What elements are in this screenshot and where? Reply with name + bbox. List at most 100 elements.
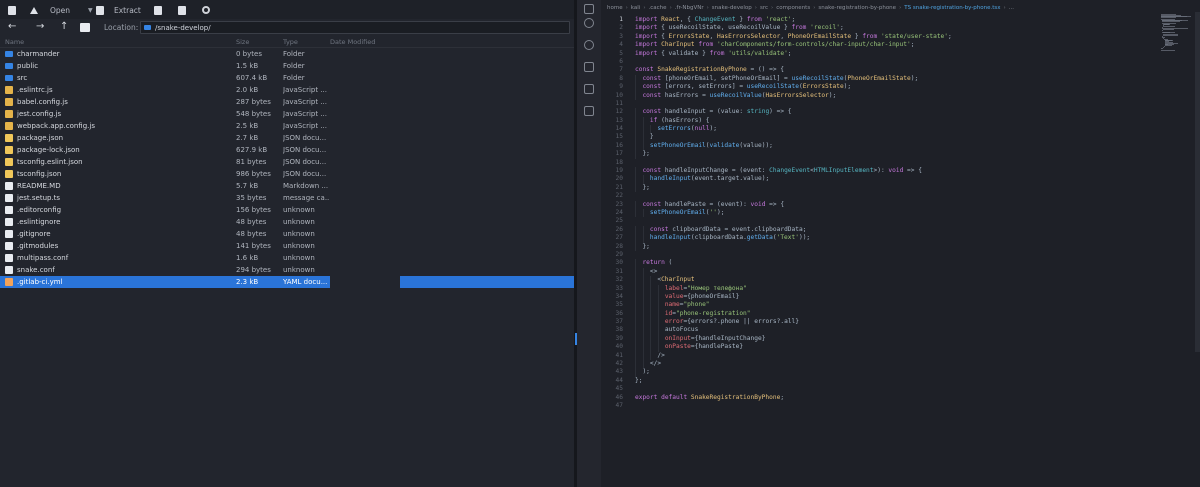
files-icon[interactable] — [584, 4, 594, 14]
file-row[interactable]: jest.setup.ts 35 bytes message ca... — [0, 192, 574, 204]
code-line[interactable]: 6 — [601, 58, 1161, 66]
breadcrumb-item[interactable]: src — [760, 5, 768, 14]
file-row[interactable]: .gitlab-ci.yml 2.3 kB YAML docu... — [0, 276, 574, 288]
code-line[interactable]: 23 const handlePaste = (event): void => … — [601, 200, 1161, 209]
code-line[interactable]: 5 import { validate } from 'utils/validat… — [601, 50, 1161, 58]
extensions-icon[interactable] — [584, 84, 594, 94]
breadcrumb-item[interactable]: ... — [1009, 5, 1014, 14]
add-files-button[interactable] — [154, 3, 162, 17]
column-name[interactable]: Name — [5, 38, 24, 46]
code-line[interactable]: 44}; — [601, 377, 1161, 385]
open-button[interactable]: Open ▼ — [30, 3, 93, 17]
flask-icon[interactable] — [584, 106, 594, 116]
file-row[interactable]: multipass.conf 1.6 kB unknown — [0, 252, 574, 264]
code-line[interactable]: 28 }; — [601, 242, 1161, 251]
extract-button[interactable]: Extract — [96, 3, 141, 17]
code-line[interactable]: 20 handleInput(event.target.value); — [601, 175, 1161, 184]
breadcrumb-item[interactable]: kali — [631, 5, 641, 14]
code-line[interactable]: 43 ); — [601, 368, 1161, 377]
code-line[interactable]: 21 }; — [601, 183, 1161, 193]
code-line[interactable]: 37 error={errors?.phone || errors?.all} — [601, 318, 1161, 327]
run-debug-icon[interactable] — [584, 62, 594, 72]
breadcrumb-item[interactable]: snake-develop — [712, 5, 752, 14]
code-line[interactable]: 16 setPhoneOrEmail(validate(value)); — [601, 141, 1161, 151]
code-area[interactable]: 1 import React, { ChangeEvent } from 'rea… — [601, 16, 1161, 410]
column-date-modified[interactable]: Date Modified — [330, 38, 375, 46]
code-line[interactable]: 35 name="phone" — [601, 301, 1161, 310]
code-line[interactable]: 32 <CharInput — [601, 276, 1161, 285]
code-line[interactable]: 36 id="phone-registration" — [601, 309, 1161, 319]
forward-arrow-icon[interactable]: → — [36, 21, 44, 32]
code-line[interactable]: 3 import { ErrorsState, HasErrorsSelector… — [601, 33, 1161, 41]
file-row[interactable]: webpack.app.config.js 2.5 kB JavaScript ..… — [0, 120, 574, 132]
code-line[interactable]: 42 </> — [601, 360, 1161, 369]
code-line[interactable]: 47 — [601, 402, 1161, 410]
code-line[interactable]: 39 onInput={handleInputChange} — [601, 334, 1161, 344]
code-line[interactable]: 27 handleInput(clipboardData.getData('Te… — [601, 234, 1161, 243]
code-line[interactable]: 41 /> — [601, 351, 1161, 361]
code-line[interactable]: 15 } — [601, 133, 1161, 142]
file-row[interactable]: babel.config.js 287 bytes JavaScript ... — [0, 96, 574, 108]
breadcrumb-item[interactable]: .fr-NbgVNr — [675, 5, 704, 14]
breadcrumb-item[interactable]: home — [607, 5, 623, 14]
code-line[interactable]: 30 return ( — [601, 259, 1161, 268]
location-input[interactable] — [155, 23, 555, 33]
file-row[interactable]: src 607.4 kB Folder — [0, 72, 574, 84]
minimap[interactable] — [1161, 14, 1197, 54]
file-row[interactable]: jest.config.js 548 bytes JavaScript ... — [0, 108, 574, 120]
new-archive-button[interactable] — [8, 3, 16, 17]
editor[interactable]: home › kali › .cache › .fr-NbgVNr › snake-develo… — [601, 0, 1200, 487]
code-line[interactable]: 46 export default SnakeRegistrationByPhon… — [601, 394, 1161, 402]
file-row[interactable]: .eslintrc.js 2.0 kB JavaScript ... — [0, 84, 574, 96]
code-line[interactable]: 26 const clipboardData = event.clipboard… — [601, 225, 1161, 235]
breadcrumb-item[interactable]: TS snake-registration-by-phone.tsx — [904, 5, 1000, 14]
file-row[interactable]: package.json 2.7 kB JSON docu... — [0, 132, 574, 144]
settings-button[interactable] — [202, 3, 210, 17]
column-type[interactable]: Type — [283, 38, 298, 46]
code-line[interactable]: 34 value={phoneOrEmail} — [601, 292, 1161, 302]
code-line[interactable]: 38 autoFocus — [601, 326, 1161, 335]
up-arrow-icon[interactable]: ↑ — [60, 21, 68, 32]
code-line[interactable]: 25 — [601, 217, 1161, 225]
home-folder-icon[interactable] — [80, 23, 90, 32]
code-line[interactable]: 11 — [601, 100, 1161, 108]
code-line[interactable]: 8 const [phoneOrEmail, setPhoneOrEmail] … — [601, 74, 1161, 84]
code-line[interactable]: 4 import CharInput from 'charComponents/f… — [601, 41, 1161, 49]
file-row[interactable]: tsconfig.json 986 bytes JSON docu... — [0, 168, 574, 180]
file-row[interactable]: charmander 0 bytes Folder — [0, 48, 574, 60]
code-line[interactable]: 2 import { useRecoilState, useRecoilValue… — [601, 24, 1161, 32]
code-line[interactable]: 1 import React, { ChangeEvent } from 'rea… — [601, 16, 1161, 24]
search-icon[interactable] — [584, 18, 594, 28]
back-arrow-icon[interactable]: ← — [8, 21, 16, 32]
file-row[interactable]: snake.conf 294 bytes unknown — [0, 264, 574, 276]
scrollbar[interactable] — [1195, 12, 1200, 352]
breadcrumb-item[interactable]: components — [776, 5, 810, 14]
code-line[interactable]: 33 label="Номер телефона" — [601, 284, 1161, 293]
breadcrumb-item[interactable]: .cache — [649, 5, 667, 14]
file-row[interactable]: .eslintignore 48 bytes unknown — [0, 216, 574, 228]
file-row[interactable]: .gitmodules 141 bytes unknown — [0, 240, 574, 252]
code-line[interactable]: 19 const handleInputChange = (event: Cha… — [601, 167, 1161, 176]
code-line[interactable]: 18 — [601, 159, 1161, 167]
code-line[interactable]: 40 onPaste={handlePaste} — [601, 343, 1161, 352]
code-line[interactable]: 12 const handleInput = (value: string) =… — [601, 108, 1161, 117]
code-line[interactable]: 9 const [errors, setErrors] = useRecoilS… — [601, 83, 1161, 92]
code-line[interactable]: 7 const SnakeRegistrationByPhone = () => … — [601, 66, 1161, 74]
code-line[interactable]: 10 const hasErrors = useRecoilValue(HasE… — [601, 91, 1161, 100]
file-row[interactable]: package-lock.json 627.9 kB JSON docu... — [0, 144, 574, 156]
file-row[interactable]: README.MD 5.7 kB Markdown ... — [0, 180, 574, 192]
file-row[interactable]: public 1.5 kB Folder — [0, 60, 574, 72]
code-line[interactable]: 24 setPhoneOrEmail(''); — [601, 208, 1161, 218]
file-row[interactable]: .gitignore 48 bytes unknown — [0, 228, 574, 240]
location-field[interactable] — [140, 21, 570, 34]
code-line[interactable]: 31 <> — [601, 267, 1161, 277]
source-control-icon[interactable] — [584, 40, 594, 50]
code-line[interactable]: 17 }; — [601, 150, 1161, 159]
add-folder-button[interactable] — [178, 3, 186, 17]
code-line[interactable]: 13 if (hasErrors) { — [601, 116, 1161, 126]
breadcrumb-item[interactable]: snake-registration-by-phone — [818, 5, 896, 14]
code-line[interactable]: 29 — [601, 251, 1161, 259]
code-line[interactable]: 22 — [601, 192, 1161, 200]
file-row[interactable]: tsconfig.eslint.json 81 bytes JSON docu... — [0, 156, 574, 168]
code-line[interactable]: 45 — [601, 385, 1161, 393]
